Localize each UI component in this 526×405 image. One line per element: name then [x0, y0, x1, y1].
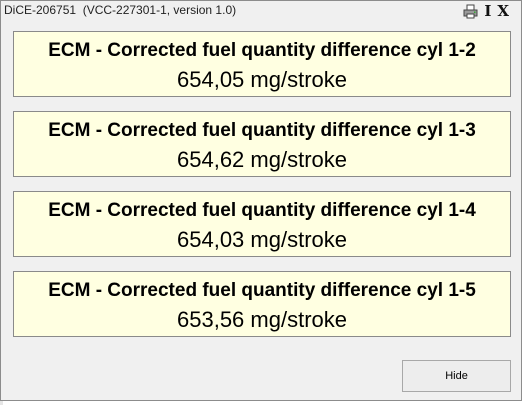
reading-value: 653,56 mg/stroke	[177, 307, 347, 332]
measurement-dialog: DiCE-206751 (VCC-227301-1, version 1.0) …	[0, 0, 522, 401]
info-button[interactable]: I	[484, 3, 491, 19]
reading-panel: ECM - Corrected fuel quantity difference…	[13, 191, 511, 257]
reading-title: ECM - Corrected fuel quantity difference…	[48, 200, 476, 221]
reading-panel: ECM - Corrected fuel quantity difference…	[13, 111, 511, 177]
hide-button[interactable]: Hide	[402, 360, 511, 392]
reading-panel: ECM - Corrected fuel quantity difference…	[13, 271, 511, 337]
title-bar: DiCE-206751 (VCC-227301-1, version 1.0) …	[1, 1, 521, 21]
reading-title: ECM - Corrected fuel quantity difference…	[48, 120, 476, 141]
reading-value: 654,62 mg/stroke	[177, 147, 347, 172]
reading-panel: ECM - Corrected fuel quantity difference…	[13, 31, 511, 97]
reading-value: 654,03 mg/stroke	[177, 227, 347, 252]
window-title: DiCE-206751 (VCC-227301-1, version 1.0)	[4, 3, 237, 17]
close-button[interactable]: X	[497, 3, 509, 19]
reading-title: ECM - Corrected fuel quantity difference…	[48, 280, 476, 301]
reading-value: 654,05 mg/stroke	[177, 67, 347, 92]
printer-icon[interactable]	[463, 4, 478, 19]
reading-title: ECM - Corrected fuel quantity difference…	[48, 40, 476, 61]
title-bar-buttons: I X	[463, 3, 509, 19]
